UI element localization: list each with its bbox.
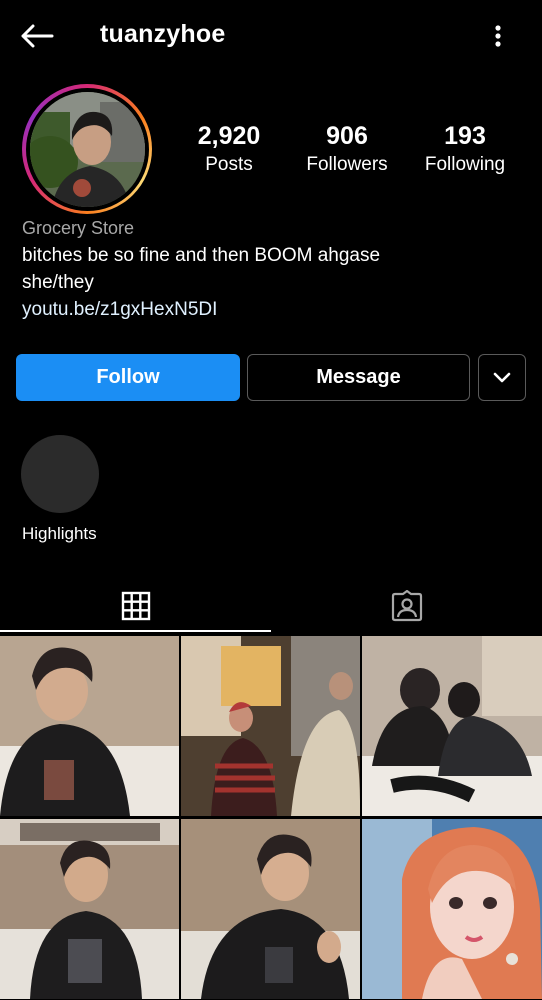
posts-label: Posts [205, 154, 253, 175]
profile-avatar[interactable] [22, 84, 152, 214]
followers-label: Followers [306, 154, 388, 175]
post-thumbnail[interactable] [0, 636, 179, 816]
stat-posts[interactable]: 2,920 Posts [186, 120, 272, 176]
stat-followers[interactable]: 906 Followers [298, 120, 396, 176]
post-thumbnail[interactable] [0, 819, 179, 999]
posts-grid [0, 636, 542, 1000]
stat-following[interactable]: 193 Following [418, 120, 512, 176]
profile-username: tuanzyhoe [100, 20, 226, 48]
follow-button[interactable]: Follow [16, 354, 240, 401]
chevron-down-icon [493, 372, 511, 382]
post-thumbnail[interactable] [362, 636, 542, 816]
followers-count: 906 [326, 122, 368, 150]
active-tab-indicator [0, 630, 271, 632]
suggested-accounts-button[interactable] [478, 354, 526, 401]
tab-posts-grid[interactable] [0, 580, 271, 632]
bio-link[interactable]: youtu.be/z1gxHexN5DI [22, 299, 217, 321]
bio-pronouns: she/they [22, 272, 94, 293]
tagged-person-icon [391, 590, 422, 622]
message-button[interactable]: Message [247, 354, 470, 401]
vertical-ellipsis-icon [495, 25, 501, 47]
tab-tagged[interactable] [271, 580, 542, 632]
profile-category: Grocery Store [22, 218, 135, 238]
avatar-photo [29, 91, 145, 207]
grid-icon [121, 591, 150, 621]
bio-line: bitches be so fine and then BOOM ahgase [22, 245, 381, 266]
following-count: 193 [444, 122, 486, 150]
following-label: Following [424, 154, 506, 175]
highlights-label: Highlights [22, 524, 97, 543]
more-options-button[interactable] [482, 18, 514, 54]
post-thumbnail[interactable] [362, 819, 542, 999]
post-thumbnail[interactable] [181, 819, 360, 999]
highlight-circle[interactable] [21, 435, 99, 513]
back-button[interactable] [14, 16, 60, 56]
posts-count: 2,920 [197, 122, 261, 150]
post-thumbnail[interactable] [181, 636, 360, 816]
arrow-left-icon [21, 24, 54, 48]
